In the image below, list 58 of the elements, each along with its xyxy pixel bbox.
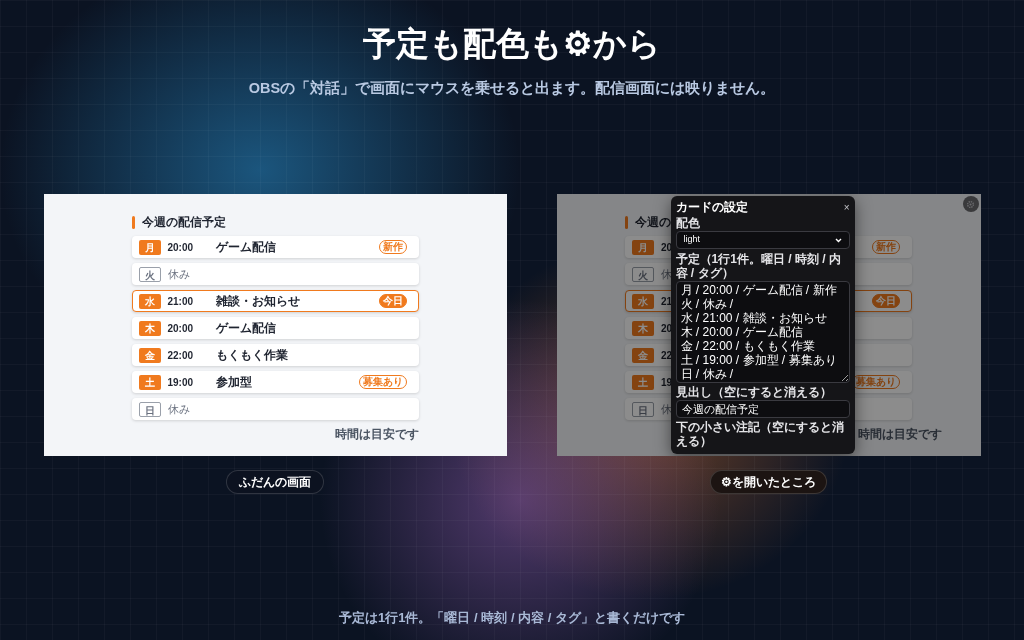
event-title: 休 [661,266,672,282]
day-badge: 月 [138,239,161,255]
event-title: もくもく作業 [215,347,288,364]
time-text: 21:00 [167,295,194,307]
event-title: 休み [167,266,190,282]
theme-select[interactable]: light [675,231,850,249]
day-badge: 水 [138,293,161,309]
footer-note: 予定は1行1件。「曜日 / 時刻 / 内容 / タグ」と書くだけです [339,609,685,627]
time-text: 22 [661,349,673,361]
card-heading: 今週の [635,214,671,230]
event-title: 参加型 [215,374,252,391]
field-label: 下の小さい注記（空にすると消える） [675,420,845,448]
page-title: 予定も配色も⚙から [363,24,661,64]
select-value: light [683,233,700,247]
tag-label: 今日 [872,294,900,308]
event-title: 休み [167,401,190,417]
time-text: 20 [661,241,673,253]
settings-icon [966,199,975,209]
time-text: 22:00 [167,349,194,361]
accent-bar [131,215,135,229]
event-title: ゲーム配信 [215,320,276,337]
day-badge: 水 [632,293,654,309]
day-badge: 土 [632,374,654,390]
time-text: 19:00 [167,376,194,388]
settings-button[interactable] [962,196,979,212]
day-badge: 火 [632,266,654,282]
event-title: ゲーム配信 [215,239,276,256]
time-text: 20 [661,322,673,334]
card-heading: 今週の配信予定 [141,214,226,230]
footnote: 時間は目安です [334,426,419,443]
field-label: 配色 [675,216,701,230]
close-button[interactable]: × [843,202,850,213]
footnote: 時間は目安です [858,426,942,443]
heading-input[interactable]: 今週の配信予定 [675,400,850,418]
day-badge: 金 [138,347,161,363]
day-badge: 土 [138,374,161,390]
day-badge: 木 [632,320,654,336]
field-label: 見出し（空にすると消える） [675,385,833,399]
accent-bar [625,215,628,229]
tag-label: 今日 [378,294,407,308]
field-label: 予定（1行1件。曜日 / 時刻 / 内容 / タグ） [675,252,842,280]
day-badge: 火 [138,266,161,282]
caption-pill: ⚙を開いたところ [710,470,827,494]
event-title: 雑談・お知らせ [215,293,300,310]
day-badge: 日 [138,401,161,417]
day-badge: 日 [632,401,654,417]
page-subtitle: OBSの「対話」で画面にマウスを乗せると出ます。配信画面には映りません。 [248,79,776,98]
time-text: 21 [661,295,673,307]
day-badge: 木 [138,320,161,336]
schedule-textarea[interactable]: 月 / 20:00 / ゲーム配信 / 新作 火 / 休み / 水 / 21:00 / 雑談・お知らせ 木 / 20:00 / ゲーム配信 金 / 22:00 / もくもく作業 土 / 19:00 / 参加型 / 募集あり 日 / 休み / [675,281,850,383]
day-badge: 月 [632,239,654,255]
dialog-title: カードの設定 [675,200,748,215]
caption-pill: ふだんの画面 [226,470,324,494]
chevron-down-icon [834,237,842,243]
time-text: 20:00 [167,322,194,334]
day-badge: 金 [632,347,654,363]
time-text: 20:00 [167,241,194,253]
event-title: 休 [661,401,672,417]
